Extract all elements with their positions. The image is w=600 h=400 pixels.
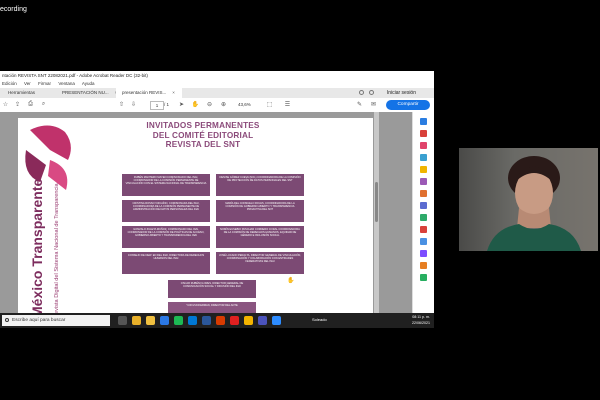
- help-icon[interactable]: [359, 90, 364, 95]
- tools-panel: [412, 112, 434, 328]
- taskbar-search[interactable]: Escribe aquí para buscar: [2, 315, 110, 326]
- box-orf: OSCAR RUBÉN FLORES, DIRECTOR GENERAL DE …: [168, 280, 256, 298]
- powerpoint-icon[interactable]: [216, 316, 225, 325]
- zoom-in-icon[interactable]: ⊕: [220, 101, 227, 108]
- windows-taskbar: Escribe aquí para buscar Soleado 08:11 p…: [0, 313, 434, 328]
- search-icon: [5, 318, 9, 322]
- tab-bar: Herramientas PRESENTACIÓN NU...× present…: [0, 88, 434, 98]
- acrobat-icon[interactable]: [230, 316, 239, 325]
- scroll-mode-icon[interactable]: ☰: [284, 101, 291, 108]
- box-mcr: MARÍA DEL CONSUELO ROJAS, COORDINADORA D…: [216, 200, 304, 222]
- share-label: Compartir: [397, 102, 419, 107]
- app2-icon[interactable]: [244, 316, 253, 325]
- more-tools-icon[interactable]: [420, 274, 427, 281]
- tab-label: PRESENTACIÓN NU...: [62, 90, 109, 95]
- signin-link[interactable]: Iniciar sesión: [387, 88, 416, 98]
- word-icon[interactable]: [202, 316, 211, 325]
- participant-figure: [487, 156, 581, 251]
- box-gzm: GONZALO ZULETA MUÑOZ, COMISIONADO DEL IN…: [122, 226, 210, 248]
- zoom-icon[interactable]: [420, 118, 427, 125]
- box-cdi: CONSEJO DE DEW. EN DEL INAI, DIRECTORA D…: [122, 252, 210, 274]
- window-title: ntación REVISTA SNT 22082021.pdf - Adobe…: [0, 71, 434, 80]
- organize-icon[interactable]: [420, 190, 427, 197]
- tab-label: presentación REVIS...: [122, 90, 167, 95]
- app-icon[interactable]: [174, 316, 183, 325]
- shared-screen: ntación REVISTA SNT 22082021.pdf - Adobe…: [0, 71, 434, 328]
- mail-icon[interactable]: [160, 316, 169, 325]
- chrome-icon[interactable]: [132, 316, 141, 325]
- zoom-app-icon[interactable]: [272, 316, 281, 325]
- fill-sign-icon[interactable]: [420, 226, 427, 233]
- send-icon[interactable]: [420, 238, 427, 245]
- zoom-out-icon[interactable]: ⊖: [206, 101, 213, 108]
- create-pdf-icon[interactable]: [420, 142, 427, 149]
- file-explorer-icon[interactable]: [146, 316, 155, 325]
- mail-icon[interactable]: ✉: [370, 101, 377, 108]
- edit-pdf-icon[interactable]: [420, 154, 427, 161]
- box-nep: NOMÍN EUSEBIO PASCHAR CORDERO CORAL COOR…: [216, 226, 304, 248]
- search-icon[interactable]: ⌕: [40, 101, 47, 108]
- weather-label[interactable]: Soleado: [312, 317, 327, 322]
- export-pdf-icon[interactable]: [420, 130, 427, 137]
- select-cursor-icon[interactable]: ➤: [178, 101, 185, 108]
- menu-bar: Edición Ver Firmar Ventana Ayuda: [0, 80, 434, 88]
- scroll-thumb[interactable]: [375, 182, 378, 222]
- document-area[interactable]: México Transparente Revista Digital del …: [0, 112, 412, 328]
- menu-ver[interactable]: Ver: [24, 81, 31, 86]
- box-rmm: RUBÉN MANTERO MAYEN COMISIONADO DEL INAI…: [122, 174, 210, 196]
- box-crv: CRISTINA ROSSO VIZCAÍNO, COMISIONADA DEL…: [122, 200, 210, 222]
- task-view-icon[interactable]: [118, 316, 127, 325]
- tab-presentacion-revis[interactable]: presentación REVIS... ×: [116, 88, 182, 98]
- bell-icon[interactable]: [369, 90, 374, 95]
- mexico-transparente-logo: México Transparente Revista Digital del …: [25, 125, 71, 318]
- close-icon[interactable]: ×: [172, 90, 175, 95]
- share-button[interactable]: Compartir: [386, 100, 430, 110]
- clock-date: 22/06/2021: [412, 321, 430, 325]
- svg-text:México Transparente: México Transparente: [29, 179, 45, 318]
- page-down-icon[interactable]: ⇩: [130, 101, 137, 108]
- stamp-icon[interactable]: [420, 262, 427, 269]
- print-icon[interactable]: ⎙: [27, 101, 34, 108]
- document-title: INVITADOS PERMANENTES DEL COMITÉ EDITORI…: [146, 121, 260, 150]
- page-up-icon[interactable]: ⇧: [118, 101, 125, 108]
- box-jlp: JOSÉ LUCANO PERALTA, DIRECTOR GENERAL DE…: [216, 252, 304, 274]
- menu-edicion[interactable]: Edición: [2, 81, 17, 86]
- participant-video: [459, 148, 598, 251]
- redact-icon[interactable]: [420, 202, 427, 209]
- hand-cursor-icon: ✋: [287, 278, 295, 284]
- edge-icon[interactable]: [188, 316, 197, 325]
- pdf-page: México Transparente Revista Digital del …: [18, 118, 373, 328]
- tab-label: Herramientas: [8, 90, 36, 95]
- menu-firmar[interactable]: Firmar: [38, 81, 51, 86]
- recording-label: ecording: [0, 6, 27, 13]
- compare-icon[interactable]: [420, 250, 427, 257]
- protect-icon[interactable]: [420, 214, 427, 221]
- combine-icon[interactable]: [420, 178, 427, 185]
- sign-icon[interactable]: ✎: [356, 101, 363, 108]
- svg-text:Revista Digital del Sistema Na: Revista Digital del Sistema Nacional de …: [54, 182, 60, 318]
- teams-icon[interactable]: [258, 316, 267, 325]
- page-number-input[interactable]: 1: [150, 101, 164, 110]
- box-dgc: DENISE GÓMEZ CUEVA (NOL) COORDINADORA DE…: [216, 174, 304, 196]
- taskbar-search-placeholder: Escribe aquí para buscar: [12, 318, 66, 323]
- menu-ayuda[interactable]: Ayuda: [82, 81, 95, 86]
- upload-icon[interactable]: ⇪: [14, 101, 21, 108]
- tab-presentacion-nu[interactable]: PRESENTACIÓN NU...×: [56, 88, 118, 98]
- menu-ventana[interactable]: Ventana: [58, 81, 75, 86]
- hand-icon[interactable]: ✋: [192, 101, 199, 108]
- tab-herramientas[interactable]: Herramientas: [2, 88, 58, 98]
- star-icon[interactable]: ☆: [2, 101, 9, 108]
- page-total: / 1: [164, 102, 170, 107]
- fit-page-icon[interactable]: ⬚: [266, 101, 273, 108]
- system-clock[interactable]: 08:11 p. m. 22/06/2021: [412, 314, 430, 326]
- comment-icon[interactable]: [420, 166, 427, 173]
- zoom-level[interactable]: 43,6%: [238, 101, 251, 108]
- toolbar: ☆ ⇪ ⎙ ⌕ ⇧ ⇩ 1 / 1 ➤ ✋ ⊖ ⊕ 43,6% ⬚ ☰ ✎ ✉ …: [0, 98, 434, 113]
